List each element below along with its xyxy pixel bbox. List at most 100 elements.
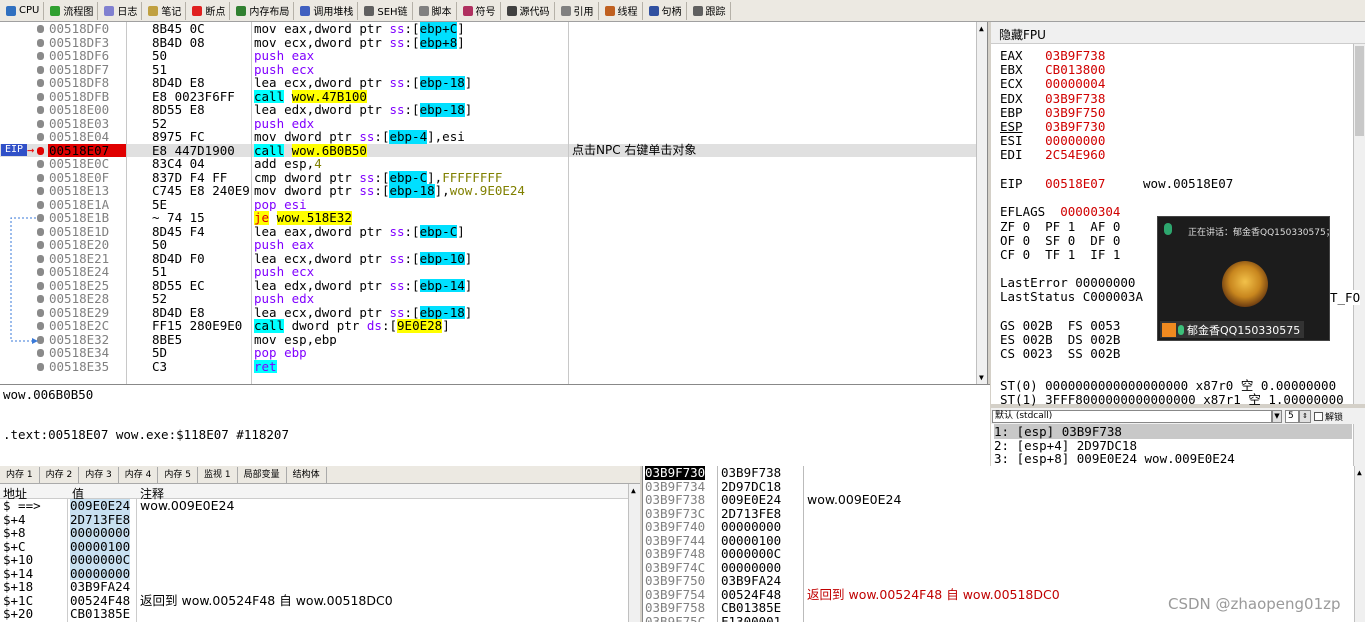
disasm-row[interactable]: 00518E25 8D55 EC lea edx,dword ptr ss:[ebp…: [0, 278, 976, 292]
stack-row[interactable]: 03B9F74C 00000000: [643, 560, 1353, 575]
breakpoint-dot-icon[interactable]: [37, 335, 44, 344]
stack-row[interactable]: 03B9F73C 2D713FE8: [643, 506, 1353, 521]
toolbar-tab-14[interactable]: 跟踪: [689, 1, 731, 20]
breakpoint-dot-icon[interactable]: [37, 187, 44, 195]
toolbar-tab-2[interactable]: 日志: [100, 1, 143, 20]
disassembly-view[interactable]: 00518DF0 8B45 0C mov eax,dword ptr ss:[ebp…: [0, 22, 988, 384]
flags-row[interactable]: CF 0 TF 1 IF 1: [1000, 247, 1120, 262]
breakpoint-dot-icon[interactable]: [37, 79, 44, 87]
disasm-row[interactable]: 00518E1A 5E pop esi: [0, 197, 976, 212]
disasm-row[interactable]: 00518DF0 8B45 0C mov eax,dword ptr ss:[ebp…: [0, 22, 976, 36]
dump-view[interactable]: 地址 值 注释 $ ==> 009E0E24 wow.009E0E24 $+4 2D71…: [0, 484, 640, 622]
stack-row[interactable]: 03B9F744 00000100: [643, 533, 1353, 548]
breakpoint-dot-icon[interactable]: [37, 254, 44, 263]
toolbar-tab-6[interactable]: 调用堆栈: [296, 1, 359, 20]
register-ebp[interactable]: EBP 03B9F750: [1000, 105, 1105, 120]
disasm-row[interactable]: 00518E35 C3 ret: [0, 359, 976, 373]
dump-row[interactable]: $+4 2D713FE8: [0, 512, 628, 526]
dump-row[interactable]: $+8 00000000: [0, 526, 628, 540]
stepper-icon[interactable]: ⇕: [1299, 409, 1311, 423]
toolbar-tab-7[interactable]: SEH链: [360, 1, 413, 20]
calling-convention-select[interactable]: 默认 (stdcall): [992, 409, 1272, 423]
toolbar-tab-1[interactable]: 流程图: [46, 1, 99, 20]
stack-row[interactable]: 03B9F750 03B9FA24: [643, 574, 1353, 588]
register-edi[interactable]: EDI 2C54E960: [1000, 147, 1105, 162]
disasm-row[interactable]: 00518E2C FF15 280E9E0 call dword ptr ds:[9…: [0, 319, 976, 333]
disasm-row[interactable]: 00518E1B ~ 74 15 je wow.518E32: [0, 211, 976, 225]
eip-register[interactable]: EIP 00518E07 wow.00518E07: [1000, 176, 1233, 191]
segment-row[interactable]: GS 002B FS 0053: [1000, 318, 1120, 333]
breakpoint-dot-icon[interactable]: [37, 52, 44, 60]
dump-tab-7[interactable]: 结构体: [287, 466, 327, 483]
disasm-row[interactable]: 00518DF7 51 push ecx: [0, 62, 976, 77]
breakpoint-dot-icon[interactable]: [37, 38, 44, 47]
disasm-row[interactable]: 00518E07 E8 447D1900 call wow.6B0B50 点击NPC …: [0, 143, 976, 157]
dump-tab-2[interactable]: 内存 3: [79, 466, 119, 483]
stack-row[interactable]: 03B9F75C F1300001: [643, 614, 1353, 622]
stack-scrollbar[interactable]: ▲: [1354, 466, 1365, 622]
dump-tab-4[interactable]: 内存 5: [158, 466, 198, 483]
toolbar-tab-12[interactable]: 线程: [601, 1, 643, 20]
toolbar-tab-0[interactable]: CPU: [2, 1, 45, 20]
stack-row[interactable]: 03B9F738 009E0E24 wow.009E0E24: [643, 493, 1353, 507]
dump-tab-5[interactable]: 监视 1: [198, 466, 238, 483]
breakpoint-dot-icon[interactable]: [37, 200, 44, 209]
breakpoint-dot-icon[interactable]: [37, 92, 44, 101]
toolbar-tab-3[interactable]: 笔记: [144, 1, 187, 20]
toolbar-tab-9[interactable]: 符号: [459, 1, 501, 20]
disasm-row[interactable]: 00518E0C 83C4 04 add esp,4: [0, 157, 976, 171]
breakpoint-dot-icon[interactable]: [37, 349, 44, 357]
disasm-row[interactable]: 00518DF6 50 push eax: [0, 49, 976, 63]
register-edx[interactable]: EDX 03B9F738: [1000, 91, 1105, 106]
toolbar-tab-13[interactable]: 句柄: [645, 1, 687, 20]
disasm-scrollbar[interactable]: ▲ ▼: [976, 22, 987, 384]
breakpoint-dot-icon[interactable]: [37, 308, 44, 317]
args-scrollbar[interactable]: [1353, 424, 1365, 466]
disasm-row[interactable]: 00518E34 5D pop ebp: [0, 346, 976, 360]
breakpoint-dot-icon[interactable]: [37, 322, 44, 330]
disasm-row[interactable]: 00518E03 52 push edx: [0, 116, 976, 131]
stack-row[interactable]: 03B9F748 0000000C: [643, 547, 1353, 561]
registers-scrollbar[interactable]: [1353, 44, 1365, 404]
breakpoint-dot-icon[interactable]: [37, 146, 44, 155]
breakpoint-dot-icon[interactable]: [37, 119, 44, 128]
disasm-row[interactable]: 00518E20 50 push eax: [0, 238, 976, 252]
dump-tab-1[interactable]: 内存 2: [40, 466, 80, 483]
breakpoint-dot-icon[interactable]: [37, 133, 44, 141]
register-ecx[interactable]: ECX 00000004: [1000, 76, 1105, 91]
stack-row[interactable]: 03B9F740 00000000: [643, 520, 1353, 534]
breakpoint-dot-icon[interactable]: [37, 106, 44, 114]
disasm-row[interactable]: 00518E32 8BE5 mov esp,ebp: [0, 332, 976, 347]
breakpoint-dot-icon[interactable]: [37, 362, 44, 371]
voice-chat-overlay[interactable]: 正在讲话：郁金香QQ150330575； 郁金香QQ150330575: [1157, 216, 1335, 341]
toolbar-tab-8[interactable]: 脚本: [415, 1, 457, 20]
register-ebx[interactable]: EBX CB013800: [1000, 62, 1105, 77]
breakpoint-dot-icon[interactable]: [37, 281, 44, 290]
disasm-row[interactable]: 00518DF8 8D4D E8 lea ecx,dword ptr ss:[ebp…: [0, 76, 976, 90]
breakpoint-dot-icon[interactable]: [37, 25, 44, 33]
breakpoint-dot-icon[interactable]: [37, 173, 44, 182]
arg-row[interactable]: 3: [esp+8] 009E0E24 wow.009E0E24: [994, 451, 1352, 466]
toolbar-tab-11[interactable]: 引用: [557, 1, 599, 20]
dump-tab-0[interactable]: 内存 1: [0, 466, 40, 483]
breakpoint-dot-icon[interactable]: [37, 295, 44, 303]
breakpoint-dot-icon[interactable]: [37, 160, 44, 168]
stack-row[interactable]: 03B9F730 03B9F738: [643, 466, 1353, 480]
breakpoint-dot-icon[interactable]: [37, 268, 44, 276]
stack-row[interactable]: 03B9F734 2D97DC18: [643, 479, 1353, 494]
dump-row[interactable]: $+C 00000100: [0, 539, 628, 553]
dump-scrollbar[interactable]: ▲: [628, 484, 640, 622]
disasm-row[interactable]: 00518E13 C745 E8 240E9 mov dword ptr ss:[e…: [0, 184, 976, 198]
disasm-row[interactable]: 00518E00 8D55 E8 lea edx,dword ptr ss:[ebp…: [0, 103, 976, 117]
segment-row[interactable]: CS 0023 SS 002B: [1000, 346, 1120, 361]
breakpoint-dot-icon[interactable]: [37, 241, 44, 249]
toolbar-tab-5[interactable]: 内存布局: [232, 1, 295, 20]
dump-row[interactable]: $ ==> 009E0E24 wow.009E0E24: [0, 499, 628, 513]
fpu-st-row[interactable]: ST(1) 3FFF8000000000000000 x87r1 空 1.000…: [1000, 389, 1344, 408]
segment-row[interactable]: ES 002B DS 002B: [1000, 332, 1120, 347]
register-esi[interactable]: ESI 00000000: [1000, 133, 1105, 148]
unlock-checkbox[interactable]: [1314, 411, 1323, 421]
disasm-row[interactable]: 00518DFB E8 0023F6FF call wow.47B100: [0, 89, 976, 103]
arg-count-input[interactable]: 5: [1285, 409, 1299, 423]
dump-row[interactable]: $+1C 00524F48 返回到 wow.00524F48 自 wow.00518…: [0, 593, 628, 608]
